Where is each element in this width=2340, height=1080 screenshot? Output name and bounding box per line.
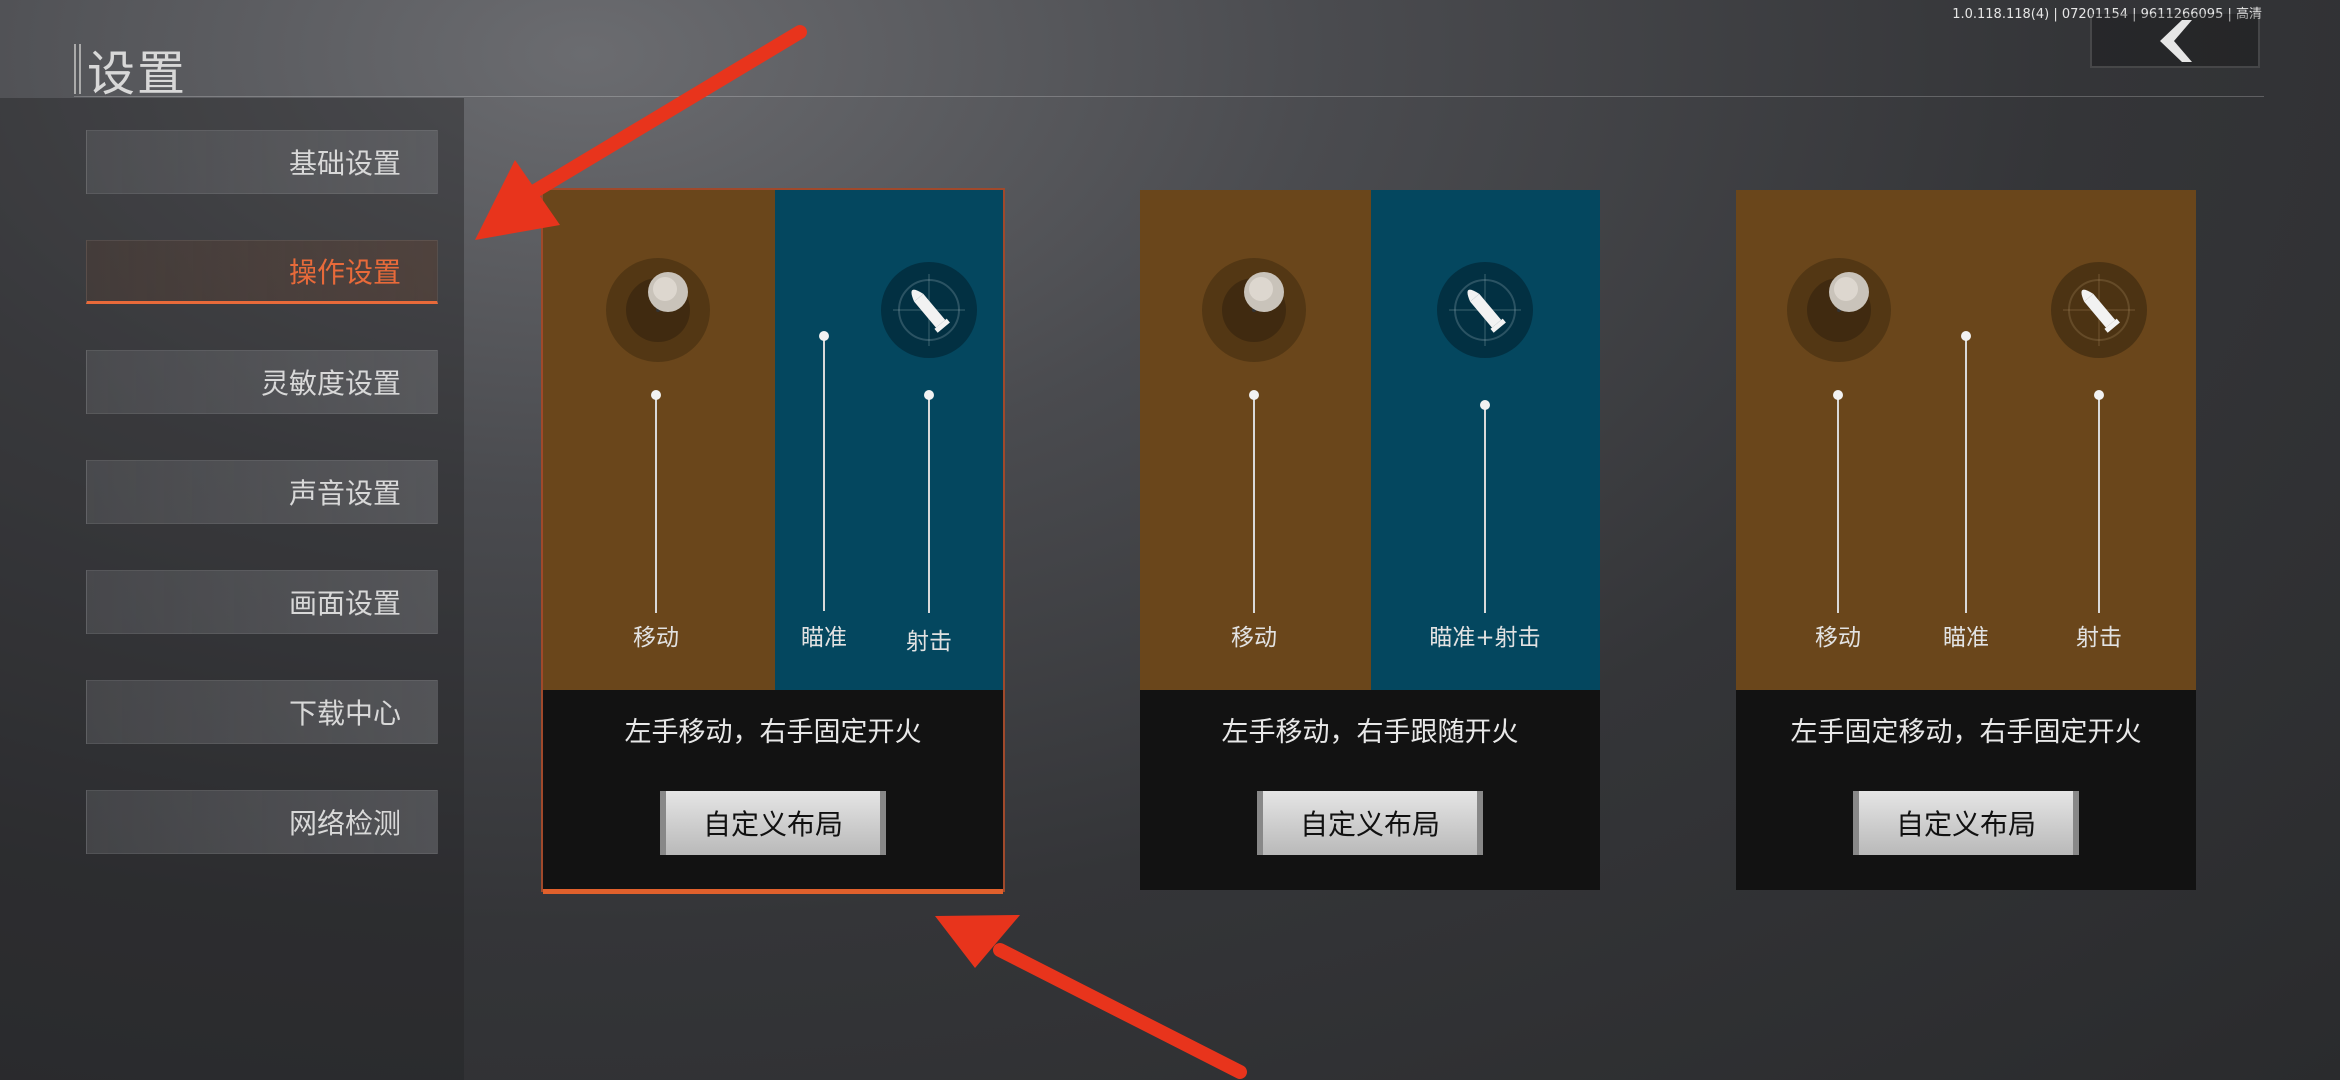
sidebar-item-graphics[interactable]: 画面设置 <box>86 570 438 634</box>
move-label: 移动 <box>1815 625 1861 651</box>
back-button[interactable] <box>2090 14 2260 68</box>
sidebar-item-sensitivity[interactable]: 灵敏度设置 <box>86 350 438 414</box>
page-title: 设置 <box>87 46 188 102</box>
move-slider-handle[interactable] <box>1833 390 1843 400</box>
aim-label: 瞄准 <box>1943 625 1989 651</box>
sidebar-item-label: 灵敏度设置 <box>260 367 401 400</box>
sidebar: 基础设置 操作设置 灵敏度设置 声音设置 画面设置 下载中心 网络检测 <box>0 98 464 1080</box>
bullet-crosshair-icon <box>1437 262 1533 358</box>
sidebar-item-label: 声音设置 <box>288 477 401 510</box>
fire-slider-track[interactable] <box>2098 395 2100 613</box>
annotation-arrow-bottom <box>935 915 1247 1079</box>
fire-label: 射击 <box>2076 625 2122 651</box>
sidebar-item-label: 基础设置 <box>288 147 401 180</box>
sidebar-item-network[interactable]: 网络检测 <box>86 790 438 854</box>
control-scheme-card-3[interactable]: 移动 瞄准 射击 左手固定移动，右手固定开火 自定义布局 <box>1736 190 2196 890</box>
joystick-icon <box>606 258 710 362</box>
control-scheme-card-1[interactable]: 移动 瞄准 射击 左手移动，右手固定开火 自定义布局 <box>541 188 1005 894</box>
aim-slider-handle[interactable] <box>1961 331 1971 341</box>
title-divider <box>74 96 2264 97</box>
aim-label: 瞄准 <box>801 625 847 651</box>
sidebar-item-label: 操作设置 <box>288 256 401 289</box>
selected-indicator <box>543 889 1003 894</box>
sidebar-item-downloads[interactable]: 下载中心 <box>86 680 438 744</box>
fire-label: 射击 <box>906 629 952 655</box>
sidebar-item-controls[interactable]: 操作设置 <box>86 240 438 304</box>
custom-layout-button[interactable]: 自定义布局 <box>660 791 886 855</box>
scheme-description: 左手移动，右手固定开火 <box>624 717 922 748</box>
fire-slider-handle[interactable] <box>924 390 934 400</box>
scheme-description: 左手固定移动，右手固定开火 <box>1790 717 2142 748</box>
sidebar-item-audio[interactable]: 声音设置 <box>86 460 438 524</box>
sidebar-item-label: 网络检测 <box>288 807 401 840</box>
aimfire-label: 瞄准+射击 <box>1429 625 1541 651</box>
fire-slider-track[interactable] <box>928 395 930 613</box>
sidebar-item-label: 画面设置 <box>288 587 401 620</box>
joystick-icon <box>1202 258 1306 362</box>
bullet-crosshair-icon <box>2051 262 2147 358</box>
aim-slider-track[interactable] <box>1965 336 1967 613</box>
page-header: 设置 <box>74 42 187 102</box>
aimfire-slider-track[interactable] <box>1484 405 1486 613</box>
joystick-icon <box>1787 258 1891 362</box>
aimfire-slider-handle[interactable] <box>1480 400 1490 410</box>
title-mark <box>74 44 81 94</box>
sidebar-item-label: 下载中心 <box>288 697 401 730</box>
bullet-crosshair-icon <box>881 262 977 358</box>
move-slider-track[interactable] <box>655 395 657 613</box>
scheme-description: 左手移动，右手跟随开火 <box>1221 717 1519 748</box>
aim-slider-handle[interactable] <box>819 331 829 341</box>
move-label: 移动 <box>633 625 679 651</box>
move-slider-handle[interactable] <box>1249 390 1259 400</box>
move-slider-track[interactable] <box>1253 395 1255 613</box>
aim-slider-track[interactable] <box>823 336 825 611</box>
sidebar-item-basic[interactable]: 基础设置 <box>86 130 438 194</box>
chevron-left-icon <box>2160 20 2192 62</box>
move-slider-handle[interactable] <box>651 390 661 400</box>
move-label: 移动 <box>1231 625 1277 651</box>
custom-layout-button[interactable]: 自定义布局 <box>1853 791 2079 855</box>
control-scheme-card-2[interactable]: 移动 瞄准+射击 左手移动，右手跟随开火 自定义布局 <box>1140 190 1600 890</box>
fire-slider-handle[interactable] <box>2094 390 2104 400</box>
custom-layout-button[interactable]: 自定义布局 <box>1257 791 1483 855</box>
move-slider-track[interactable] <box>1837 395 1839 613</box>
